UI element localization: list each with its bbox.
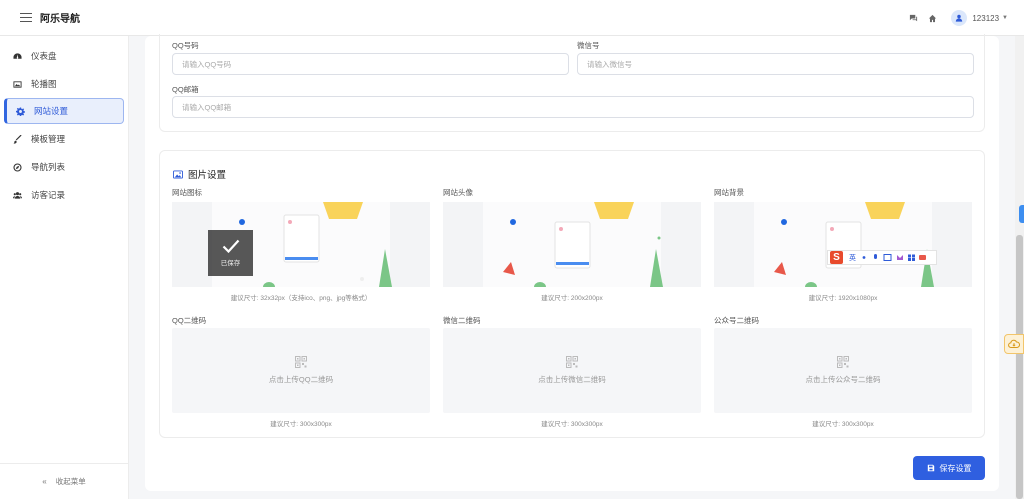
save-icon	[927, 464, 934, 472]
background-preview-image	[714, 202, 972, 287]
sidebar-item-dashboard[interactable]: 仪表盘	[4, 43, 124, 69]
qrcode-icon	[837, 356, 849, 368]
saved-overlay: 已保存	[208, 230, 253, 276]
ime-toolbar[interactable]: S 英	[827, 250, 937, 265]
official-qr-label: 公众号二维码	[714, 316, 759, 325]
official-qr-upload[interactable]: 点击上传公众号二维码	[714, 328, 972, 413]
saved-label: 已保存	[220, 260, 241, 267]
dashboard-icon	[13, 52, 22, 59]
section-title-text: 图片设置	[188, 170, 227, 181]
avatar-label: 网站头像	[443, 188, 473, 197]
user-name[interactable]: 123123	[972, 14, 999, 23]
wechat-qr-upload[interactable]: 点击上传微信二维码	[443, 328, 701, 413]
qq-input[interactable]: 请输入QQ号码	[172, 53, 569, 75]
avatar[interactable]	[951, 10, 968, 26]
qrcode-icon	[566, 356, 578, 368]
brush-icon	[13, 134, 22, 144]
wechat-qr-hint: 建议尺寸: 300x300px	[541, 421, 603, 428]
sidebar-item-label: 网站设置	[34, 106, 69, 116]
top-right-tools: 123123 ▼	[909, 0, 1008, 36]
save-settings-button[interactable]: 保存设置	[913, 456, 985, 480]
wechat-label: 微信号	[577, 41, 600, 50]
save-settings-label: 保存设置	[939, 463, 972, 473]
upload-text: 点击上传微信二维码	[538, 375, 606, 384]
side-floating-tab[interactable]	[1019, 205, 1024, 223]
avatar-preview-image	[443, 202, 701, 287]
top-bar: 阿乐导航 123123 ▼	[0, 0, 1024, 36]
official-qr-hint: 建议尺寸: 300x300px	[812, 421, 874, 428]
qq-qr-label: QQ二维码	[172, 316, 207, 325]
sidebar-item-site-settings[interactable]: 网站设置	[4, 98, 124, 124]
hamburger-icon[interactable]	[20, 13, 32, 22]
sidebar-item-label: 仪表盘	[31, 51, 57, 61]
scrollbar-thumb[interactable]	[1016, 235, 1023, 499]
qq-label: QQ号码	[172, 41, 199, 50]
home-icon[interactable]	[928, 14, 937, 23]
favicon-hint: 建议尺寸: 32x32px（支持ico、png、jpg等格式）	[230, 295, 372, 302]
collapse-menu-button[interactable]: « 收起菜单	[0, 463, 128, 499]
checkmark-icon	[222, 239, 239, 253]
picture-icon	[173, 169, 183, 179]
sidebar-item-carousel[interactable]: 轮播图	[4, 71, 124, 97]
qq-qr-hint: 建议尺寸: 300x300px	[270, 421, 332, 428]
compass-icon	[13, 162, 22, 172]
app-title: 阿乐导航	[40, 14, 80, 25]
wechat-qr-label: 微信二维码	[443, 316, 481, 325]
double-chevron-left-icon: «	[42, 477, 47, 486]
sidebar-item-label: 模板管理	[31, 134, 66, 144]
sidebar-item-nav-list[interactable]: 导航列表	[4, 154, 124, 180]
sogou-logo-icon: S	[830, 251, 843, 264]
cloud-shape	[1008, 339, 1020, 348]
avatar-upload[interactable]	[443, 202, 701, 287]
email-label: QQ邮箱	[172, 85, 199, 94]
wechat-input[interactable]: 请输入微信号	[577, 53, 974, 75]
users-icon	[13, 191, 22, 199]
sidebar-item-visitor-log[interactable]: 访客记录	[4, 182, 124, 208]
email-input[interactable]: 请输入QQ邮箱	[172, 96, 974, 118]
favicon-label: 网站图标	[172, 188, 202, 197]
background-upload[interactable]: S 英	[714, 202, 972, 287]
background-label: 网站背景	[714, 188, 744, 197]
qrcode-icon	[295, 356, 307, 368]
image-icon	[13, 80, 22, 88]
cloud-icon[interactable]	[1004, 334, 1024, 354]
chat-icon[interactable]	[909, 14, 918, 23]
gear-icon	[16, 106, 25, 116]
sidebar-item-templates[interactable]: 模板管理	[4, 126, 124, 152]
background-hint: 建议尺寸: 1920x1080px	[808, 295, 878, 302]
sidebar: 仪表盘 轮播图 网站设置 模板管理 导航列表 访客记录 « 收起菜单	[0, 36, 129, 499]
upload-text: 点击上传公众号二维码	[805, 375, 881, 384]
image-settings-card: 图片设置 网站图标 网站头像 网站背景 已保存 S 英 建议尺寸: 32x32p…	[159, 150, 985, 438]
qq-qr-upload[interactable]: 点击上传QQ二维码	[172, 328, 430, 413]
avatar-hint: 建议尺寸: 200x200px	[541, 295, 603, 302]
sidebar-item-label: 导航列表	[31, 162, 66, 172]
collapse-menu-label: 收起菜单	[55, 477, 86, 486]
ime-language-label[interactable]: 英	[849, 253, 856, 263]
favicon-upload[interactable]: 已保存	[172, 202, 430, 287]
user-icon	[956, 14, 963, 22]
chevron-down-icon[interactable]: ▼	[1002, 15, 1008, 21]
sidebar-item-label: 轮播图	[31, 79, 57, 89]
upload-text: 点击上传QQ二维码	[268, 375, 334, 384]
ime-tools-icons[interactable]	[861, 253, 927, 262]
contact-settings-card: QQ号码 请输入QQ号码 微信号 请输入微信号 QQ邮箱 请输入QQ邮箱	[159, 34, 985, 132]
sidebar-item-label: 访客记录	[31, 190, 66, 200]
main-panel: QQ号码 请输入QQ号码 微信号 请输入微信号 QQ邮箱 请输入QQ邮箱 图片设…	[145, 34, 999, 491]
section-title: 图片设置	[173, 167, 226, 181]
